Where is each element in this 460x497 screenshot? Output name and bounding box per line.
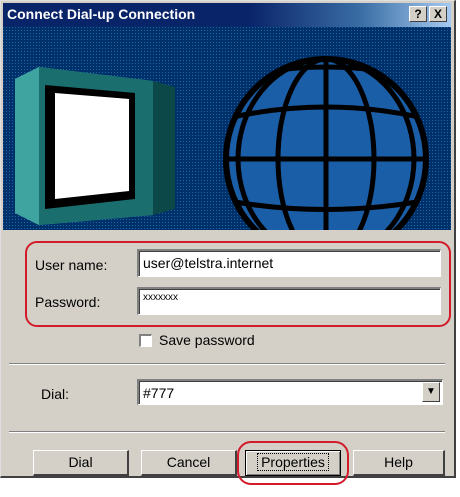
password-field[interactable]: xxxxxxx	[137, 287, 441, 315]
computer-globe-illustration	[3, 27, 451, 230]
divider	[9, 431, 445, 433]
cancel-button[interactable]: Cancel	[141, 450, 237, 476]
dial-button[interactable]: Dial	[33, 450, 129, 476]
window-title: Connect Dial-up Connection	[7, 6, 196, 22]
properties-label: Properties	[257, 453, 329, 471]
dialog-window: Connect Dial-up Connection ? X User name…	[0, 0, 456, 485]
help-dialog-button[interactable]: Help	[353, 450, 445, 476]
help-button[interactable]: ?	[409, 6, 427, 22]
properties-button[interactable]: Properties	[245, 450, 341, 476]
title-bar[interactable]: Connect Dial-up Connection ? X	[3, 3, 451, 27]
globe-icon	[223, 56, 429, 230]
username-label: User name:	[35, 257, 108, 273]
dial-select[interactable]: #777	[137, 379, 443, 405]
banner-image	[3, 27, 451, 230]
save-password-label[interactable]: Save password	[159, 332, 255, 348]
monitor-icon	[15, 67, 175, 225]
close-button[interactable]: X	[429, 6, 447, 22]
dial-label: Dial:	[41, 386, 70, 402]
divider	[9, 363, 445, 365]
save-password-checkbox[interactable]	[139, 334, 152, 347]
password-label: Password:	[35, 294, 101, 310]
username-field[interactable]: user@telstra.internet	[137, 249, 441, 277]
chevron-down-icon[interactable]: ▼	[422, 382, 440, 402]
